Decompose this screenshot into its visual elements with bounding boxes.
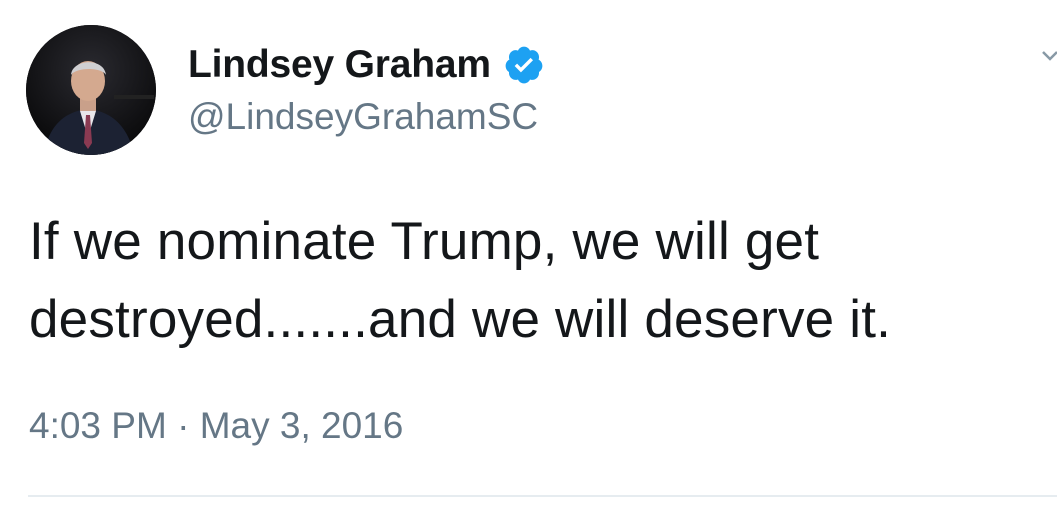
tweet-time: 4:03 PM [29,405,167,446]
avatar[interactable] [26,25,156,155]
author-name-row: Lindsey Graham [188,40,545,90]
timestamp-separator: · [177,405,190,446]
author-display-name[interactable]: Lindsey Graham [188,43,491,87]
avatar-image [26,25,156,155]
tweet-card: Lindsey Graham @LindseyGrahamSC If we no… [0,0,1057,508]
chevron-down-icon[interactable] [1041,46,1057,66]
tweet-text: If we nominate Trump, we will get destro… [29,212,892,349]
tweet-timestamp[interactable]: 4:03 PM · May 3, 2016 [29,405,403,447]
divider [28,495,1057,497]
verified-badge-icon [503,44,545,86]
author-handle[interactable]: @LindseyGrahamSC [188,96,538,138]
tweet-date: May 3, 2016 [199,405,404,446]
